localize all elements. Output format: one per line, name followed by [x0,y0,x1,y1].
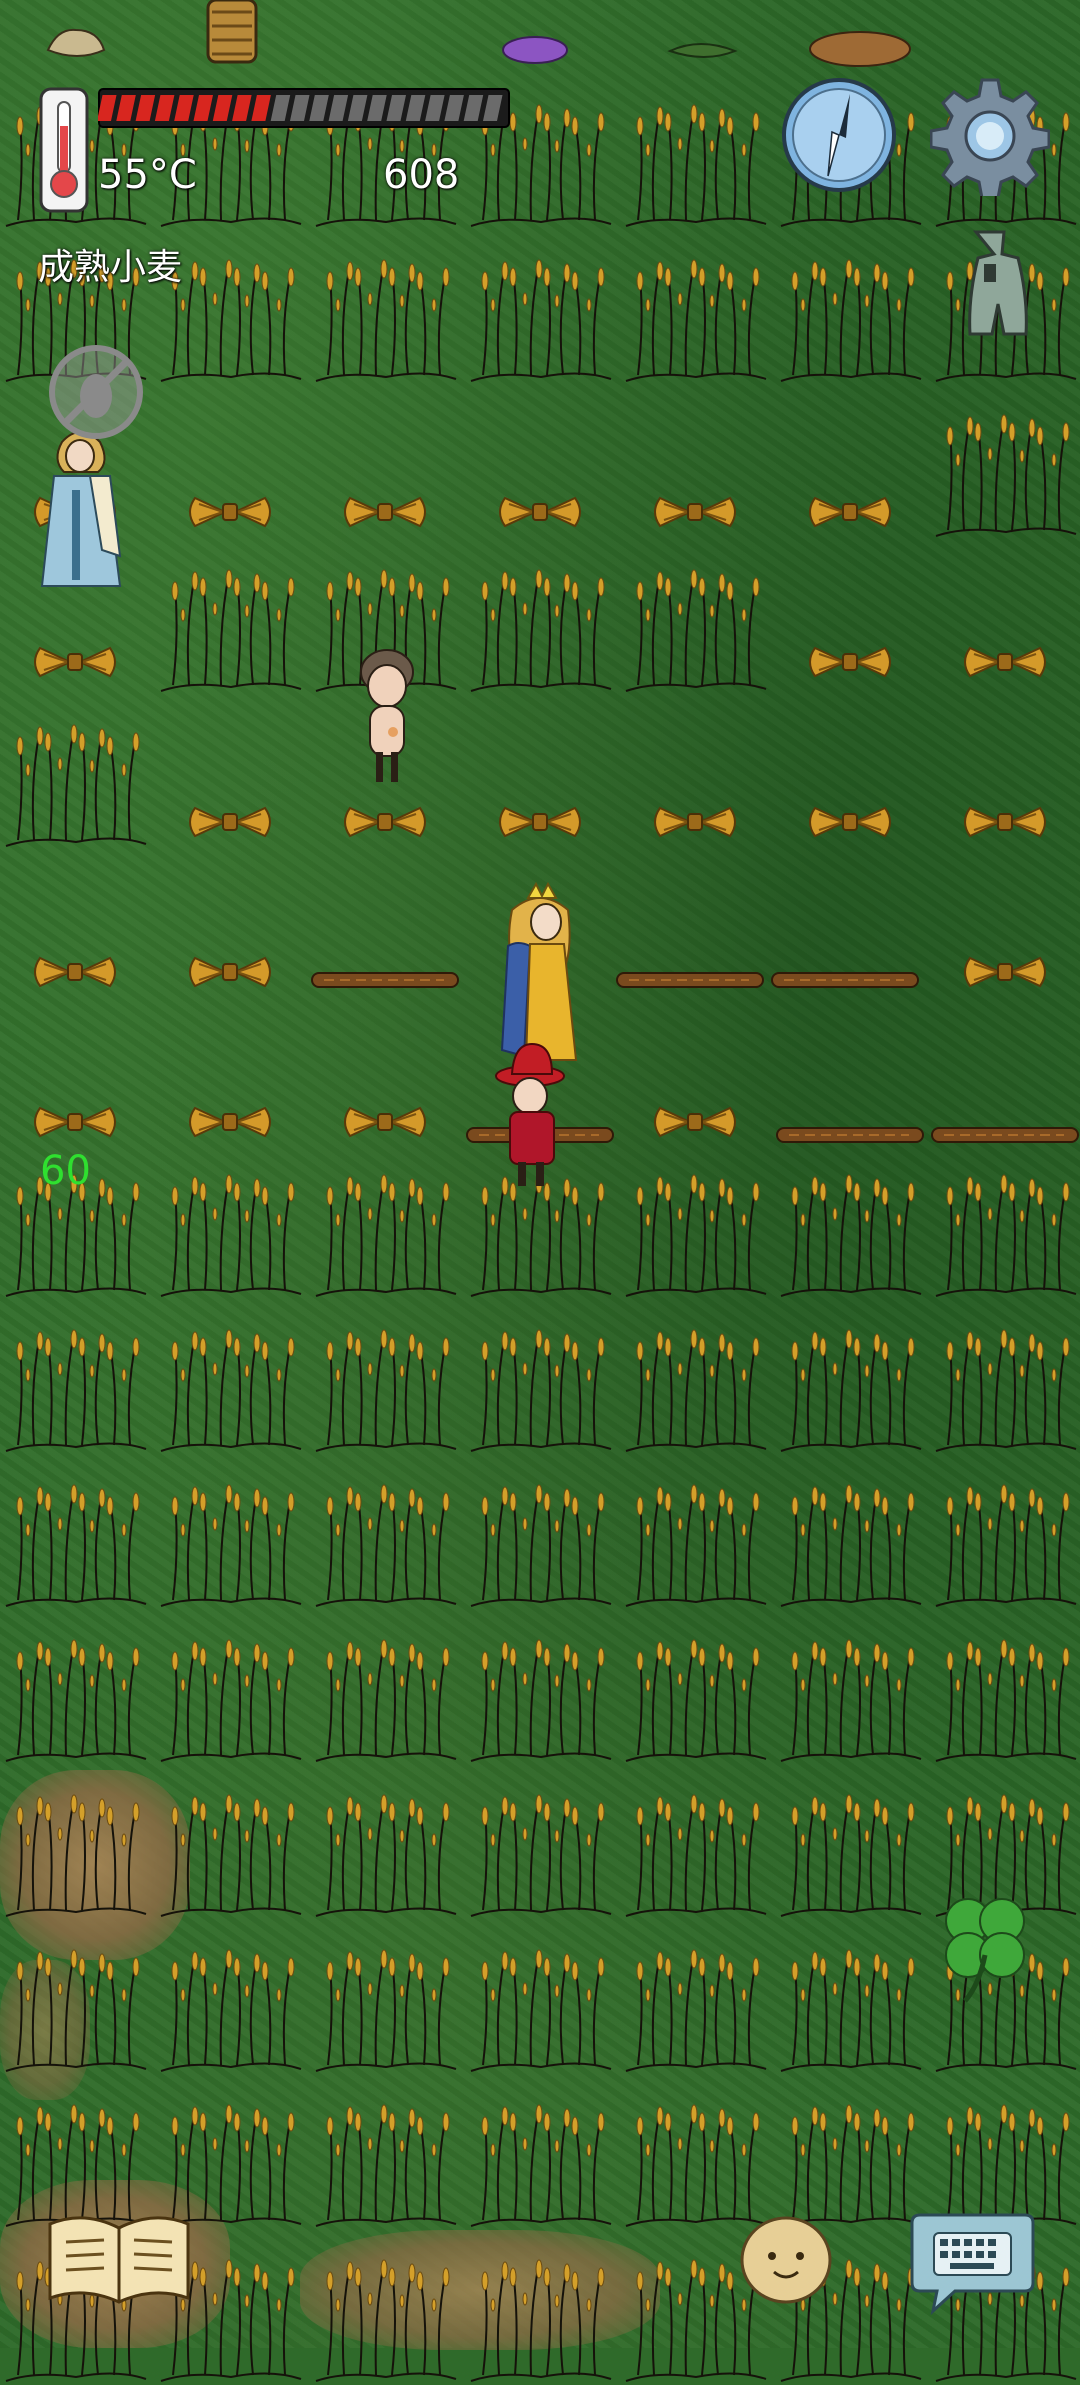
resource-count: 608 [383,152,460,198]
ripe-wheat[interactable] [930,1305,1080,1455]
log[interactable] [310,965,460,995]
compass-icon[interactable] [780,76,898,194]
ripe-wheat[interactable] [775,2080,925,2230]
wheat-sheaf[interactable] [930,590,1080,740]
ripe-wheat[interactable] [155,1460,305,1610]
ripe-wheat[interactable] [465,2235,615,2385]
ripe-wheat[interactable] [0,1460,150,1610]
timer-counter: 60 [40,1148,91,1194]
ripe-wheat[interactable] [0,700,150,850]
ripe-wheat[interactable] [465,1460,615,1610]
ripe-wheat[interactable] [620,2080,770,2230]
ripe-wheat[interactable] [0,2080,150,2230]
ripe-wheat[interactable] [155,545,305,695]
ripe-wheat[interactable] [465,1305,615,1455]
book-icon[interactable] [44,2210,194,2305]
ripe-wheat[interactable] [930,1460,1080,1610]
ripe-wheat[interactable] [775,1925,925,2075]
ripe-wheat[interactable] [775,1150,925,1300]
ripe-wheat[interactable] [0,1615,150,1765]
ripe-wheat[interactable] [775,1305,925,1455]
ripe-wheat[interactable] [775,1615,925,1765]
ripe-wheat[interactable] [465,1770,615,1920]
ripe-wheat[interactable] [620,1305,770,1455]
wheat-sheaf[interactable] [775,590,925,740]
ripe-wheat[interactable] [620,1150,770,1300]
no-bug-icon[interactable] [46,342,146,442]
ripe-wheat[interactable] [155,1925,305,2075]
basket-item[interactable] [202,0,262,70]
wheat-sheaf[interactable] [930,900,1080,1050]
ripe-wheat[interactable] [155,1305,305,1455]
ripe-wheat[interactable] [310,1925,460,2075]
ripe-wheat[interactable] [310,1460,460,1610]
ripe-wheat[interactable] [930,1150,1080,1300]
ripe-wheat[interactable] [775,1770,925,1920]
ripe-wheat[interactable] [155,1150,305,1300]
gear-icon[interactable] [929,76,1051,200]
ripe-wheat[interactable] [310,2235,460,2385]
herb-item[interactable] [665,35,740,65]
ripe-wheat[interactable] [620,1770,770,1920]
ripe-wheat[interactable] [310,235,460,385]
ripe-wheat[interactable] [775,1460,925,1610]
stone-item[interactable] [40,20,110,65]
player-queen[interactable] [490,880,590,1065]
ripe-wheat[interactable] [930,390,1080,540]
temperature-readout: 55°C [98,152,197,198]
ripe-wheat[interactable] [310,1305,460,1455]
ripe-wheat[interactable] [465,1615,615,1765]
berry-item[interactable] [498,32,573,67]
log[interactable] [775,1120,925,1150]
ripe-wheat[interactable] [620,235,770,385]
log[interactable] [930,1120,1080,1150]
ripe-wheat[interactable] [465,2080,615,2230]
wheat-sheaf[interactable] [620,750,770,900]
ripe-wheat[interactable] [0,1305,150,1455]
villager-blue-robe[interactable] [32,420,127,590]
ripe-wheat[interactable] [620,1925,770,2075]
thermometer-icon [38,86,90,214]
ripe-wheat[interactable] [155,1615,305,1765]
wheat-sheaf[interactable] [155,900,305,1050]
potato-face-icon[interactable] [738,2210,834,2306]
ripe-wheat[interactable] [620,1460,770,1610]
four-leaf-clover-icon[interactable] [930,1885,1040,2005]
villager-child[interactable] [352,640,422,785]
ripe-wheat[interactable] [310,1615,460,1765]
ripe-wheat[interactable] [155,1770,305,1920]
ripe-wheat[interactable] [465,545,615,695]
ripe-wheat[interactable] [620,80,770,230]
log[interactable] [615,965,765,995]
ripe-wheat[interactable] [620,545,770,695]
loaf-item[interactable] [805,25,915,70]
wheat-sheaf[interactable] [775,750,925,900]
hovered-object-label: 成熟小麦 [38,247,183,288]
ripe-wheat[interactable] [310,1150,460,1300]
ripe-wheat[interactable] [0,1770,150,1920]
ancient-coin-icon[interactable] [950,228,1030,338]
ripe-wheat[interactable] [465,1925,615,2075]
villager-red-hat[interactable] [490,1040,575,1190]
ripe-wheat[interactable] [465,235,615,385]
wheat-sheaf[interactable] [930,750,1080,900]
wheat-sheaf[interactable] [155,750,305,900]
ripe-wheat[interactable] [930,1615,1080,1765]
ripe-wheat[interactable] [310,1770,460,1920]
ripe-wheat[interactable] [310,2080,460,2230]
health-bar [96,88,510,128]
log[interactable] [770,965,920,995]
ripe-wheat[interactable] [620,1615,770,1765]
keyboard-chat-icon[interactable] [910,2205,1035,2316]
ripe-wheat[interactable] [0,1925,150,2075]
wheat-sheaf[interactable] [775,440,925,590]
wheat-sheaf[interactable] [0,900,150,1050]
ripe-wheat[interactable] [775,235,925,385]
ripe-wheat[interactable] [155,2080,305,2230]
wheat-sheaf[interactable] [465,750,615,900]
